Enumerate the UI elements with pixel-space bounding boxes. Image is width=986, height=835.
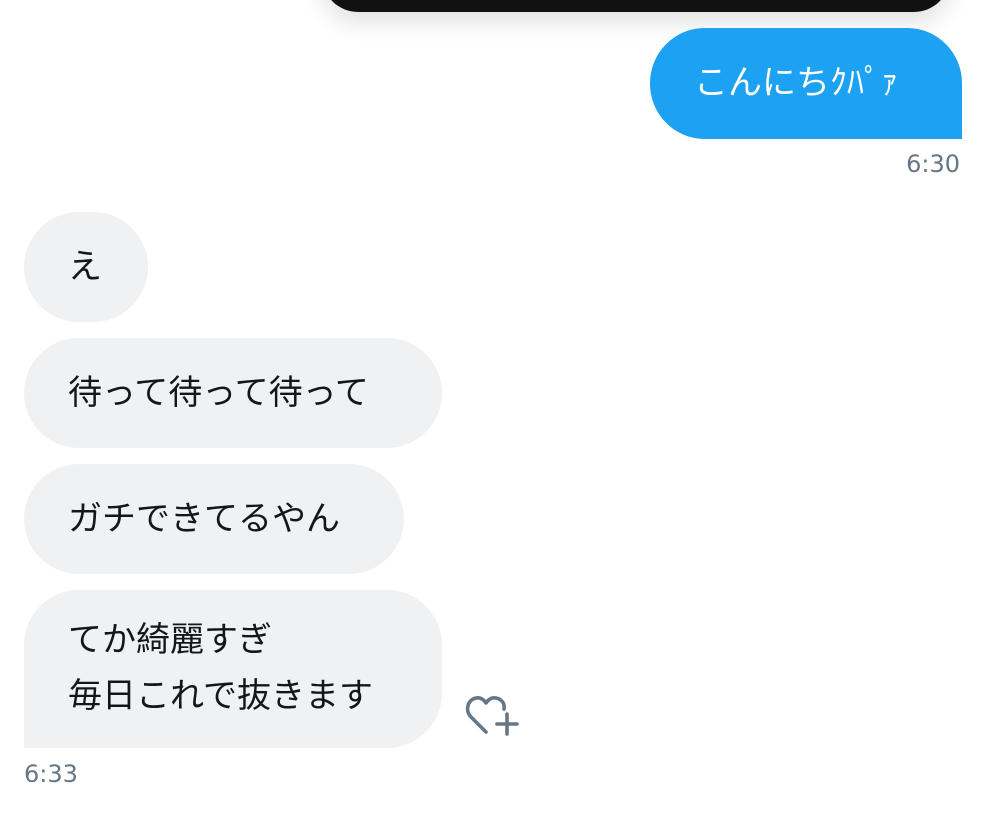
incoming-message-bubble[interactable]: てか綺麗すぎ 毎日これで抜きます xyxy=(24,590,442,748)
add-reaction-button[interactable] xyxy=(464,690,526,740)
outgoing-message-timestamp: 6:30 xyxy=(906,150,960,178)
heart-plus-icon xyxy=(465,696,519,736)
shared-media-bottom-edge[interactable] xyxy=(322,0,950,12)
incoming-message-bubble[interactable]: 待って待って待って xyxy=(24,338,442,448)
incoming-message-timestamp: 6:33 xyxy=(24,760,78,788)
incoming-message-bubble[interactable]: ガチできてるやん xyxy=(24,464,404,574)
outgoing-message-bubble[interactable]: こんにちｸﾊﾟｧ xyxy=(650,28,962,139)
incoming-message-bubble[interactable]: え xyxy=(24,212,148,322)
